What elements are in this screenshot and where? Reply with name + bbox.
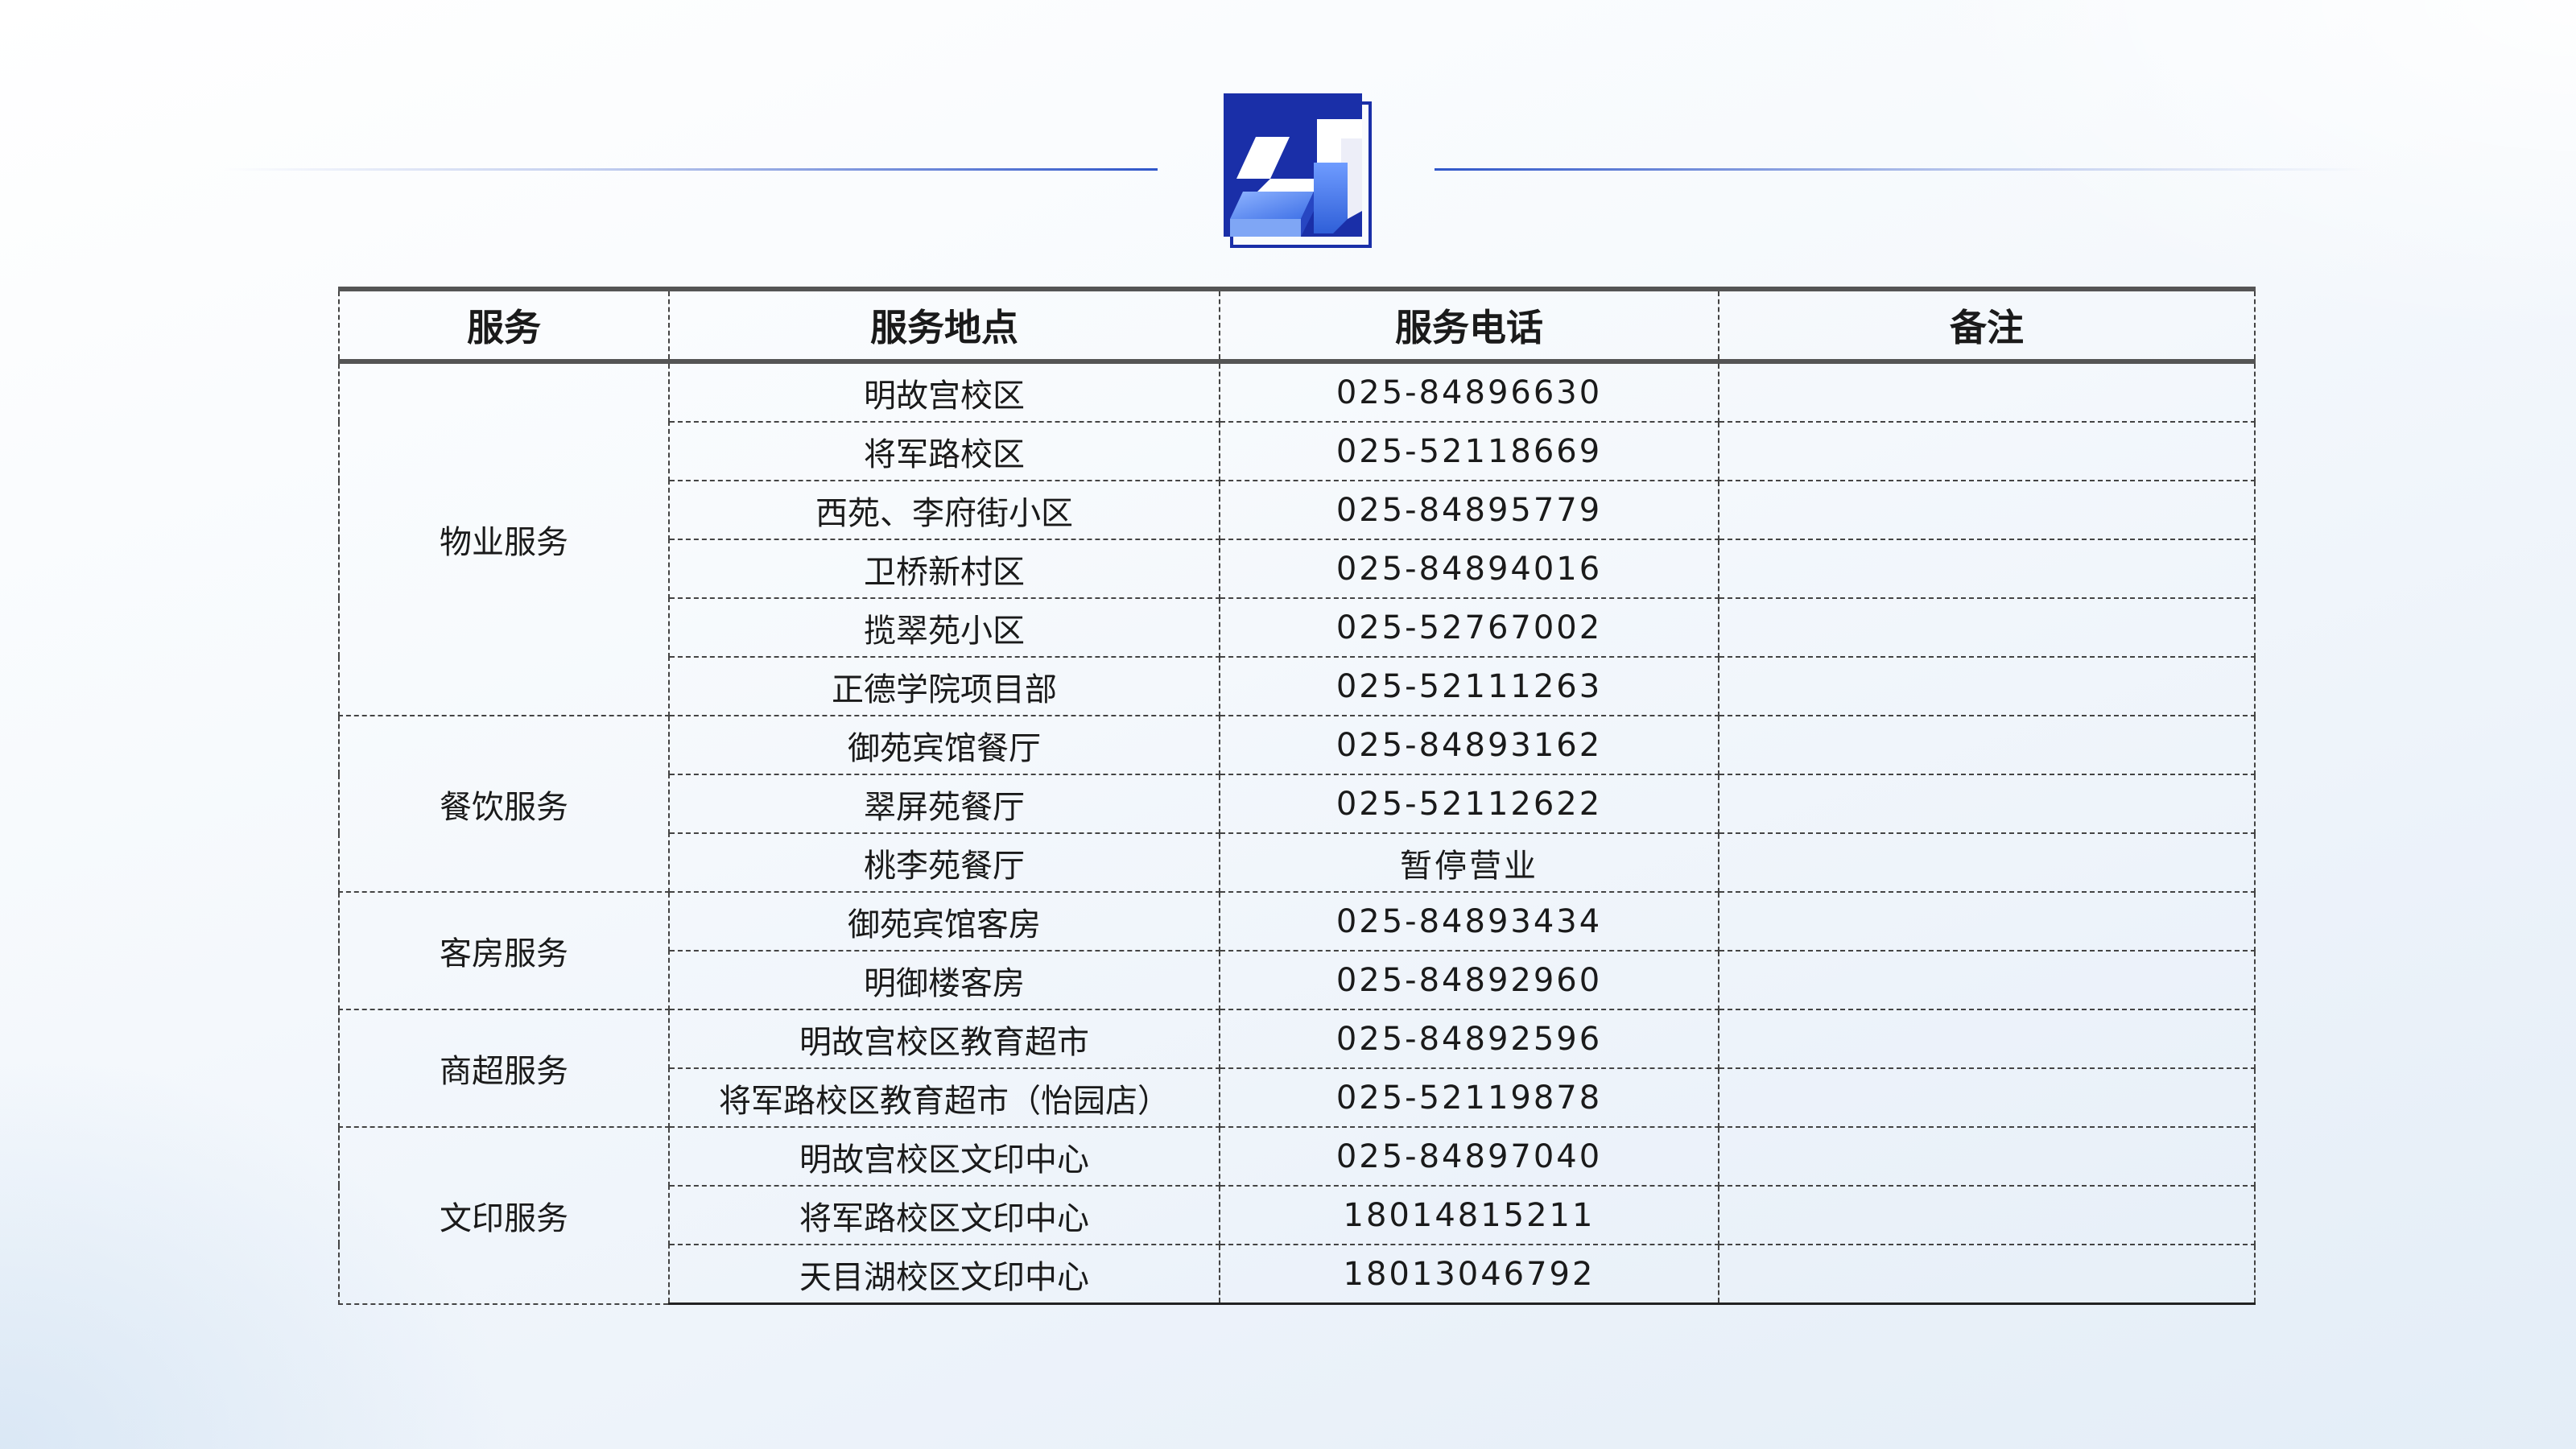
- service-table-container: 服务 服务地点 服务电话 备注 物业服务 明故宫校区 025-84896630 将军路…: [338, 287, 2256, 1305]
- location-cell: 卫桥新村区: [668, 539, 1220, 599]
- location-cell: 明故宫校区教育超市: [668, 1009, 1220, 1069]
- location-cell: 桃李苑餐厅: [668, 832, 1220, 893]
- location-cell: 天目湖校区文印中心: [668, 1244, 1220, 1305]
- phone-cell: 025-52118669: [1219, 421, 1719, 481]
- service-category-cell: 客房服务: [338, 891, 670, 1010]
- phone-cell: 025-84893162: [1219, 715, 1719, 775]
- location-cell: 揽翠苑小区: [668, 597, 1220, 658]
- location-cell: 明御楼客房: [668, 950, 1220, 1010]
- service-category-cell: 商超服务: [338, 1009, 670, 1128]
- header-note: 备注: [1718, 287, 2256, 364]
- location-cell: 将军路校区教育超市（怡园店）: [668, 1067, 1220, 1128]
- phone-cell: 18014815211: [1219, 1185, 1719, 1245]
- note-cell: [1718, 774, 2256, 834]
- note-cell: [1718, 715, 2256, 775]
- table-header-row: 服务 服务地点 服务电话 备注: [338, 287, 2256, 364]
- phone-cell: 025-52112622: [1219, 774, 1719, 834]
- note-cell: [1718, 421, 2256, 481]
- phone-cell: 025-84896630: [1219, 361, 1719, 423]
- location-cell: 西苑、李府街小区: [668, 480, 1220, 540]
- location-cell: 翠屏苑餐厅: [668, 774, 1220, 834]
- phone-cell: 025-84893434: [1219, 891, 1719, 952]
- phone-cell: 025-84897040: [1219, 1126, 1719, 1187]
- phone-cell: 025-52767002: [1219, 597, 1719, 658]
- location-cell: 明故宫校区文印中心: [668, 1126, 1220, 1187]
- phone-cell: 025-84895779: [1219, 480, 1719, 540]
- note-cell: [1718, 1009, 2256, 1069]
- h-emblem-logo-icon: [1224, 93, 1372, 248]
- note-cell: [1718, 1126, 2256, 1187]
- table-row: 文印服务 明故宫校区文印中心 025-84897040: [338, 1126, 2256, 1305]
- note-cell: [1718, 361, 2256, 423]
- service-contact-table: 服务 服务地点 服务电话 备注 物业服务 明故宫校区 025-84896630 将军路…: [338, 287, 2256, 1305]
- service-category-cell: 餐饮服务: [338, 715, 670, 893]
- table-row: 客房服务 御苑宾馆客房 025-84893434: [338, 891, 2256, 1010]
- note-cell: [1718, 656, 2256, 716]
- phone-cell: 18013046792: [1219, 1244, 1719, 1305]
- location-cell: 将军路校区文印中心: [668, 1185, 1220, 1245]
- table-row: 物业服务 明故宫校区 025-84896630: [338, 361, 2256, 716]
- phone-cell: 025-84892596: [1219, 1009, 1719, 1069]
- phone-cell: 025-52111263: [1219, 656, 1719, 716]
- note-cell: [1718, 1185, 2256, 1245]
- note-cell: [1718, 1244, 2256, 1305]
- phone-cell: 暂停营业: [1219, 832, 1719, 893]
- location-cell: 御苑宾馆餐厅: [668, 715, 1220, 775]
- header-divider-right: [1435, 168, 2370, 171]
- header-phone: 服务电话: [1219, 287, 1719, 364]
- service-category-cell: 文印服务: [338, 1126, 670, 1305]
- note-cell: [1718, 950, 2256, 1010]
- header-divider-left: [222, 168, 1158, 171]
- table-row: 商超服务 明故宫校区教育超市 025-84892596: [338, 1009, 2256, 1128]
- note-cell: [1718, 480, 2256, 540]
- header-service: 服务: [338, 287, 670, 364]
- phone-cell: 025-52119878: [1219, 1067, 1719, 1128]
- note-cell: [1718, 597, 2256, 658]
- location-cell: 御苑宾馆客房: [668, 891, 1220, 952]
- phone-cell: 025-84892960: [1219, 950, 1719, 1010]
- note-cell: [1718, 539, 2256, 599]
- location-cell: 明故宫校区: [668, 361, 1220, 423]
- location-cell: 正德学院项目部: [668, 656, 1220, 716]
- table-row: 餐饮服务 御苑宾馆餐厅 025-84893162: [338, 715, 2256, 893]
- note-cell: [1718, 1067, 2256, 1128]
- header-location: 服务地点: [668, 287, 1220, 364]
- note-cell: [1718, 832, 2256, 893]
- phone-cell: 025-84894016: [1219, 539, 1719, 599]
- service-category-cell: 物业服务: [338, 361, 670, 716]
- table-body: 物业服务 明故宫校区 025-84896630 将军路校区 025-52118669 西苑…: [338, 361, 2256, 1305]
- note-cell: [1718, 891, 2256, 952]
- location-cell: 将军路校区: [668, 421, 1220, 481]
